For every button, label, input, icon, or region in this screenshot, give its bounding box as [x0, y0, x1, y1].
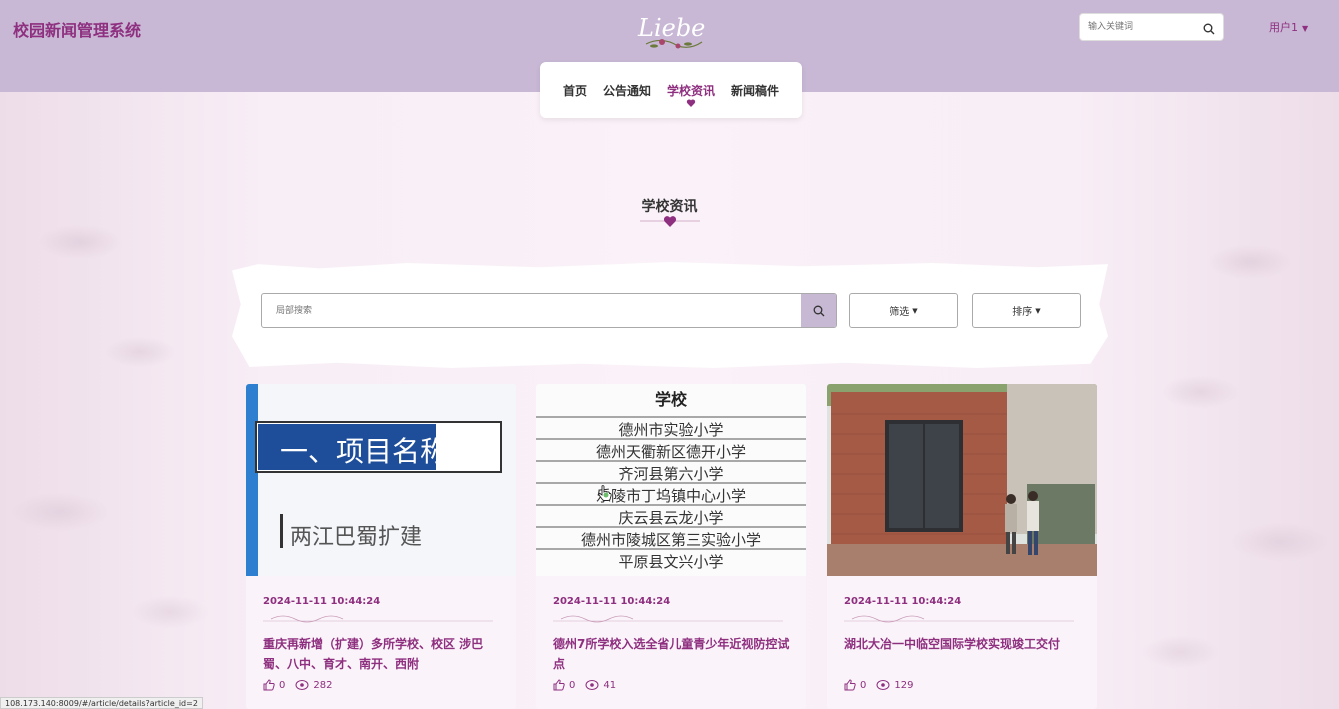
card-stats: 0 129 — [844, 679, 913, 691]
svg-text:德州天衢新区德开小学: 德州天衢新区德开小学 — [596, 443, 746, 461]
global-search[interactable] — [1079, 13, 1224, 41]
svg-text:德州市实验小学: 德州市实验小学 — [618, 421, 723, 439]
status-bar-url: 108.173.140:8009/#/article/details?artic… — [0, 697, 203, 709]
news-thumbnail[interactable] — [827, 384, 1097, 576]
logo-image[interactable]: Liebe — [632, 4, 708, 54]
news-thumbnail[interactable]: 学校 德州市实验小学 德州天衢新区德开小学 齐河县第六小学 乐陵市丁坞镇中心小学… — [536, 384, 806, 576]
thumbs-up-icon — [844, 679, 856, 691]
local-search-button[interactable] — [801, 294, 836, 327]
view-count: 129 — [894, 679, 914, 691]
thumbs-up-icon — [553, 679, 565, 691]
svg-text:庆云县云龙小学: 庆云县云龙小学 — [618, 509, 723, 527]
nav-item-notices[interactable]: 公告通知 — [603, 82, 651, 99]
global-search-input[interactable] — [1080, 14, 1195, 40]
view-count: 41 — [603, 679, 617, 691]
nav-item-home[interactable]: 首页 — [563, 82, 587, 99]
local-search[interactable] — [261, 293, 837, 328]
svg-text:平原县文兴小学: 平原县文兴小学 — [618, 553, 723, 571]
like-count: 0 — [569, 679, 576, 691]
nav-item-school-news[interactable]: 学校资讯 — [667, 82, 715, 107]
card-title[interactable]: 重庆再新增（扩建）多所学校、校区 涉巴蜀、八中、育才、南开、西附 — [263, 634, 503, 674]
eye-icon — [295, 680, 309, 690]
card-divider — [844, 615, 1074, 623]
hand-cursor-icon — [598, 485, 612, 501]
like-count: 0 — [860, 679, 867, 691]
user-menu[interactable]: 用户1 ▼ — [1269, 19, 1308, 35]
news-thumbnail[interactable]: 一、项目名称 两江巴蜀扩建 — [246, 384, 516, 576]
thumb-heading: 一、项目名称 — [280, 435, 448, 468]
sort-dropdown-button[interactable]: 排序 ▼ — [972, 293, 1081, 328]
thumb-heading: 学校 — [655, 390, 688, 409]
thumb-subtext: 两江巴蜀扩建 — [290, 525, 422, 550]
eye-icon — [876, 680, 890, 690]
logo-text: Liebe — [637, 14, 705, 42]
caret-down-icon: ▼ — [912, 306, 918, 315]
main-nav: 首页 公告通知 学校资讯 新闻稿件 — [540, 62, 802, 118]
card-date: 2024-11-11 10:44:24 — [263, 596, 381, 607]
search-icon — [813, 305, 824, 316]
caret-down-icon: ▼ — [1035, 306, 1041, 315]
view-count: 282 — [313, 679, 333, 691]
eye-icon — [585, 680, 599, 690]
card-date: 2024-11-11 10:44:24 — [844, 596, 962, 607]
heart-icon — [686, 99, 696, 107]
local-search-input[interactable] — [262, 294, 802, 327]
like-count: 0 — [279, 679, 286, 691]
card-title[interactable]: 湖北大冶一中临空国际学校实现竣工交付 — [844, 634, 1084, 654]
filter-dropdown-button[interactable]: 筛选 ▼ — [849, 293, 958, 328]
search-icon[interactable] — [1203, 20, 1215, 39]
news-card[interactable]: 一、项目名称 两江巴蜀扩建 2024-11-11 10:44:24 重庆再新增（… — [246, 384, 516, 709]
svg-text:齐河县第六小学: 齐河县第六小学 — [618, 465, 723, 483]
site-brand[interactable]: 校园新闻管理系统 — [13, 17, 141, 41]
card-date: 2024-11-11 10:44:24 — [553, 596, 671, 607]
card-title[interactable]: 德州7所学校入选全省儿童青少年近视防控试点 — [553, 634, 793, 674]
svg-text:乐陵市丁坞镇中心小学: 乐陵市丁坞镇中心小学 — [596, 487, 746, 505]
news-card[interactable]: 2024-11-11 10:44:24 湖北大冶一中临空国际学校实现竣工交付 0… — [827, 384, 1097, 709]
news-card[interactable]: 学校 德州市实验小学 德州天衢新区德开小学 齐河县第六小学 乐陵市丁坞镇中心小学… — [536, 384, 806, 709]
card-divider — [263, 615, 493, 623]
chevron-down-icon: ▼ — [1302, 24, 1309, 33]
svg-text:德州市陵城区第三实验小学: 德州市陵城区第三实验小学 — [581, 531, 761, 549]
thumbs-up-icon — [263, 679, 275, 691]
title-heart-divider — [640, 216, 700, 227]
card-stats: 0 41 — [553, 679, 616, 691]
nav-item-news-drafts[interactable]: 新闻稿件 — [731, 82, 779, 99]
card-divider — [553, 615, 783, 623]
user-name[interactable]: 用户1 — [1269, 21, 1298, 34]
card-stats: 0 282 — [263, 679, 332, 691]
